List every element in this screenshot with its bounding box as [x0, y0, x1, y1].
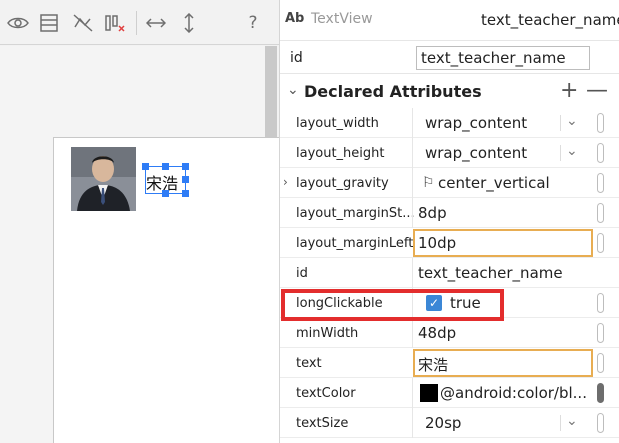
attribute-row[interactable]: › layout_gravity ⚐ center_vertical	[280, 168, 619, 198]
attribute-reference-button[interactable]	[597, 293, 604, 313]
attribute-row[interactable]: textColor @android:color/bl...	[280, 378, 619, 408]
column-divider	[412, 108, 413, 138]
attribute-value[interactable]: 宋浩	[418, 354, 448, 375]
chevron-down-icon[interactable]: ⌄	[287, 82, 299, 98]
attribute-row[interactable]: layout_height wrap_content ⌄	[280, 138, 619, 168]
design-toolbar: ?	[0, 0, 279, 45]
vertical-arrows-icon[interactable]	[178, 12, 200, 34]
dropdown-divider	[560, 115, 561, 131]
attribute-value[interactable]: wrap_content	[425, 144, 527, 162]
attribute-reference-button[interactable]	[597, 203, 604, 223]
attribute-name: layout_marginLeft	[296, 236, 414, 251]
resize-handle[interactable]	[162, 163, 169, 170]
eye-icon[interactable]	[7, 12, 29, 34]
id-label: id	[290, 50, 303, 66]
resize-handle[interactable]	[182, 176, 189, 183]
attributes-table: layout_width wrap_content ⌄ layout_heigh…	[280, 108, 619, 438]
design-panel: ? 宋浩	[0, 0, 279, 443]
attribute-reference-button[interactable]	[597, 143, 604, 163]
attribute-name: layout_height	[296, 146, 385, 161]
resize-handle[interactable]	[182, 163, 189, 170]
attribute-reference-button[interactable]	[597, 383, 604, 403]
attribute-reference-button[interactable]	[597, 353, 604, 373]
flag-icon: ⚐	[422, 175, 435, 191]
attributes-panel: Ab TextView text_teacher_name id text_te…	[279, 0, 619, 443]
attribute-value[interactable]: 10dp	[418, 234, 456, 252]
attributes-header: Ab TextView text_teacher_name	[280, 0, 619, 36]
attribute-name: layout_marginSt...	[296, 206, 414, 221]
resize-handle[interactable]	[182, 190, 189, 197]
layout-icon[interactable]	[38, 12, 60, 34]
attribute-reference-button[interactable]	[597, 233, 604, 253]
attribute-name: layout_width	[296, 116, 379, 131]
column-divider	[412, 138, 413, 168]
android-studio-layout-editor: ? 宋浩 Ab TextView text_teacher_name id te…	[0, 0, 619, 443]
attribute-reference-button[interactable]	[597, 413, 604, 433]
remove-attribute-button[interactable]: —	[586, 78, 608, 103]
chevron-down-icon[interactable]: ⌄	[566, 413, 578, 429]
attribute-value[interactable]: 20sp	[425, 414, 461, 432]
textview-icon: Ab	[285, 11, 305, 26]
attribute-name: minWidth	[296, 326, 359, 341]
attribute-row[interactable]: textSize 20sp ⌄	[280, 408, 619, 438]
attribute-name: textColor	[296, 386, 356, 401]
resize-handle[interactable]	[142, 163, 149, 170]
attribute-value[interactable]: wrap_content	[425, 114, 527, 132]
declared-attributes-header[interactable]: ⌄ Declared Attributes + —	[280, 78, 619, 106]
attribute-row[interactable]: layout_marginSt... 8dp	[280, 198, 619, 228]
attribute-value[interactable]: text_teacher_name	[418, 264, 563, 282]
column-divider	[412, 198, 413, 228]
chevron-down-icon[interactable]: ⌄	[566, 113, 578, 129]
column-divider	[412, 258, 413, 288]
id-row: id text_teacher_name	[280, 40, 619, 74]
attribute-name: id	[296, 266, 308, 281]
id-field[interactable]: text_teacher_name	[416, 46, 590, 70]
teacher-avatar[interactable]	[71, 147, 136, 211]
chevron-down-icon[interactable]: ⌄	[566, 143, 578, 159]
clear-constraints-icon[interactable]	[104, 12, 126, 34]
color-swatch[interactable]	[420, 384, 438, 402]
attribute-name: text	[296, 356, 322, 371]
resize-handle[interactable]	[162, 190, 169, 197]
column-divider	[412, 168, 413, 198]
attribute-name: textSize	[296, 416, 349, 431]
attribute-reference-button[interactable]	[597, 173, 604, 193]
widget-type: TextView	[311, 11, 373, 27]
hide-constraints-icon[interactable]	[72, 12, 94, 34]
attribute-row[interactable]: id text_teacher_name	[280, 258, 619, 288]
column-divider	[412, 408, 413, 438]
help-icon[interactable]: ?	[242, 12, 264, 34]
attribute-row[interactable]: text 宋浩	[280, 348, 619, 378]
attribute-value[interactable]: 8dp	[418, 204, 447, 222]
column-divider	[412, 318, 413, 348]
attribute-value[interactable]: 48dp	[418, 324, 456, 342]
toolbar-divider	[136, 11, 137, 35]
attribute-row[interactable]: layout_marginLeft 10dp	[280, 228, 619, 258]
attribute-row[interactable]: minWidth 48dp	[280, 318, 619, 348]
attribute-reference-button[interactable]	[597, 323, 604, 343]
horizontal-arrows-icon[interactable]	[145, 12, 167, 34]
attribute-value[interactable]: @android:color/bl...	[440, 384, 587, 402]
add-attribute-button[interactable]: +	[560, 78, 578, 103]
attribute-reference-button[interactable]	[597, 113, 604, 133]
section-title: Declared Attributes	[304, 82, 482, 101]
column-divider	[412, 378, 413, 408]
chevron-right-icon[interactable]: ›	[283, 175, 288, 189]
dropdown-divider	[560, 415, 561, 431]
attribute-value[interactable]: center_vertical	[438, 174, 550, 192]
highlight-annotation	[281, 289, 504, 321]
attribute-row[interactable]: layout_width wrap_content ⌄	[280, 108, 619, 138]
attribute-name: layout_gravity	[296, 176, 389, 191]
dropdown-divider	[560, 145, 561, 161]
widget-name: text_teacher_name	[481, 11, 619, 29]
